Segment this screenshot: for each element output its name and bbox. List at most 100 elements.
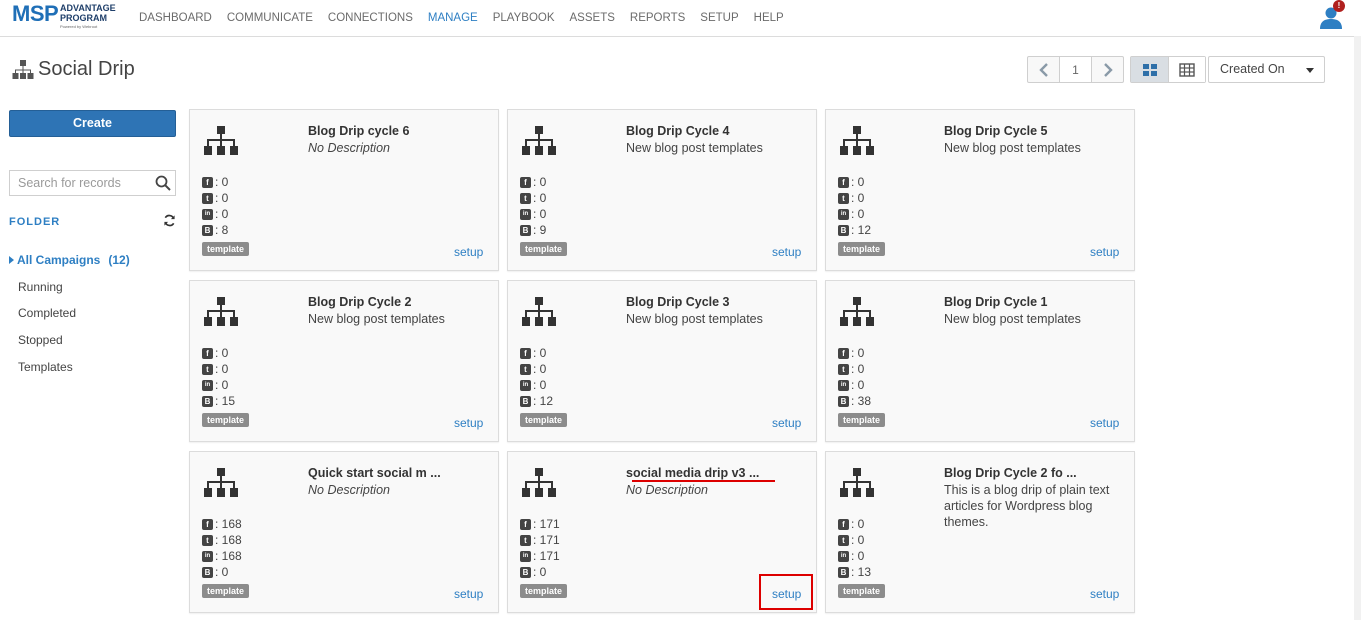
prev-page-button[interactable]	[1028, 57, 1059, 82]
template-badge: template	[838, 242, 886, 256]
nav-manage[interactable]: MANAGE	[428, 12, 478, 24]
campaign-name[interactable]: Blog Drip Cycle 3	[626, 295, 730, 309]
nav-setup[interactable]: SETUP	[700, 12, 738, 24]
nav-help[interactable]: HELP	[754, 12, 784, 24]
campaign-name[interactable]: Blog Drip Cycle 1	[944, 295, 1048, 309]
blog-count: 12	[539, 394, 554, 408]
setup-link[interactable]: setup	[454, 587, 483, 601]
nav-assets[interactable]: ASSETS	[570, 12, 615, 24]
stat-row: f: 0	[202, 345, 235, 361]
campaign-card[interactable]: Blog Drip Cycle 1 New blog post templates…	[825, 280, 1135, 442]
page-number[interactable]: 1	[1059, 57, 1092, 82]
setup-link[interactable]: setup	[1090, 587, 1119, 601]
stat-row: in: 0	[202, 206, 228, 222]
setup-link[interactable]: setup	[1090, 245, 1119, 259]
stat-colon: :	[533, 207, 540, 221]
stat-colon: :	[851, 549, 858, 563]
facebook-count: 0	[857, 346, 865, 360]
grid-view-button[interactable]	[1131, 57, 1168, 82]
create-button[interactable]: Create	[9, 110, 176, 137]
nav-reports[interactable]: REPORTS	[630, 12, 685, 24]
stat-row: t: 0	[838, 532, 871, 548]
folder-all-campaigns[interactable]: All Campaigns (12)	[9, 253, 130, 267]
grid-icon	[1142, 63, 1157, 76]
campaign-card[interactable]: Blog Drip Cycle 2 New blog post templates…	[189, 280, 499, 442]
stat-row: f: 171	[520, 516, 560, 532]
stat-row: B: 38	[838, 393, 871, 409]
blog-count: 0	[539, 565, 547, 579]
blogger-icon: B	[202, 395, 213, 407]
campaign-card[interactable]: Blog Drip Cycle 4 New blog post templates…	[507, 109, 817, 271]
logo-line1: ADVANTAGE	[60, 3, 116, 13]
search-box	[9, 170, 176, 196]
campaign-card[interactable]: Blog Drip Cycle 2 fo ... This is a blog d…	[825, 451, 1135, 613]
template-badge: template	[520, 584, 568, 598]
search-icon[interactable]	[155, 175, 171, 191]
campaign-name[interactable]: social media drip v3 ...	[626, 466, 759, 480]
stat-colon: :	[215, 207, 222, 221]
nav-connections[interactable]: CONNECTIONS	[328, 12, 413, 24]
blogger-icon: B	[838, 224, 849, 236]
twitter-icon: t	[520, 363, 531, 375]
nav-playbook[interactable]: PLAYBOOK	[493, 12, 555, 24]
campaign-card[interactable]: Blog Drip Cycle 3 New blog post templates…	[507, 280, 817, 442]
stat-colon: :	[533, 394, 540, 408]
stat-row: f: 0	[838, 174, 871, 190]
blog-count: 9	[539, 223, 547, 237]
stat-colon: :	[533, 549, 540, 563]
sitemap-icon	[840, 468, 874, 497]
campaign-description: New blog post templates	[944, 141, 1081, 155]
facebook-count: 0	[539, 175, 547, 189]
search-input[interactable]	[10, 171, 150, 195]
facebook-icon: f	[838, 347, 849, 359]
sitemap-icon	[12, 59, 34, 79]
folder-running[interactable]: Running	[18, 280, 63, 294]
setup-link[interactable]: setup	[772, 416, 801, 430]
campaign-name[interactable]: Blog Drip cycle 6	[308, 124, 409, 138]
campaign-description: New blog post templates	[626, 312, 763, 326]
stat-colon: :	[215, 517, 222, 531]
caret-down-icon	[1306, 68, 1314, 73]
folder-completed[interactable]: Completed	[18, 306, 76, 320]
twitter-icon: t	[838, 534, 849, 546]
campaign-card[interactable]: Quick start social m ... No Description f:…	[189, 451, 499, 613]
campaign-card[interactable]: Blog Drip cycle 6 No Description f: 0t: 0i…	[189, 109, 499, 271]
stat-colon: :	[851, 223, 858, 237]
next-page-button[interactable]	[1092, 57, 1123, 82]
nav-communicate[interactable]: COMMUNICATE	[227, 12, 313, 24]
blog-count: 13	[857, 565, 872, 579]
stat-row: B: 0	[520, 564, 560, 580]
nav-dashboard[interactable]: DASHBOARD	[139, 12, 212, 24]
logo-program: ADVANTAGE PROGRAM	[60, 3, 116, 23]
facebook-icon: f	[520, 518, 531, 530]
campaign-description: No Description	[308, 141, 390, 155]
notification-badge[interactable]: !	[1333, 0, 1345, 12]
campaign-name[interactable]: Blog Drip Cycle 2	[308, 295, 412, 309]
stat-row: in: 0	[838, 377, 871, 393]
folder-templates[interactable]: Templates	[18, 360, 73, 374]
campaign-name[interactable]: Quick start social m ...	[308, 466, 441, 480]
refresh-icon[interactable]	[163, 214, 176, 227]
campaign-card[interactable]: Blog Drip Cycle 5 New blog post templates…	[825, 109, 1135, 271]
template-badge: template	[838, 584, 886, 598]
setup-link[interactable]: setup	[454, 245, 483, 259]
table-view-button[interactable]	[1168, 57, 1205, 82]
sort-select[interactable]: Created On	[1208, 56, 1325, 83]
campaign-stats: f: 0t: 0 in: 0B: 12	[520, 345, 553, 409]
stat-row: in: 0	[838, 548, 871, 564]
campaign-name[interactable]: Blog Drip Cycle 4	[626, 124, 730, 138]
campaign-name[interactable]: Blog Drip Cycle 5	[944, 124, 1048, 138]
main-menu: DASHBOARD COMMUNICATE CONNECTIONS MANAGE…	[139, 12, 799, 24]
stat-colon: :	[533, 533, 540, 547]
setup-link[interactable]: setup	[454, 416, 483, 430]
page-scrollbar[interactable]	[1354, 36, 1361, 620]
campaign-stats: f: 0t: 0 in: 0B: 8	[202, 174, 228, 238]
linkedin-count: 0	[221, 207, 229, 221]
setup-link[interactable]: setup	[1090, 416, 1119, 430]
stat-colon: :	[215, 175, 222, 189]
facebook-count: 171	[539, 517, 560, 531]
campaign-name[interactable]: Blog Drip Cycle 2 fo ...	[944, 466, 1077, 480]
stat-row: t: 0	[202, 361, 235, 377]
folder-stopped[interactable]: Stopped	[18, 333, 63, 347]
setup-link[interactable]: setup	[772, 245, 801, 259]
